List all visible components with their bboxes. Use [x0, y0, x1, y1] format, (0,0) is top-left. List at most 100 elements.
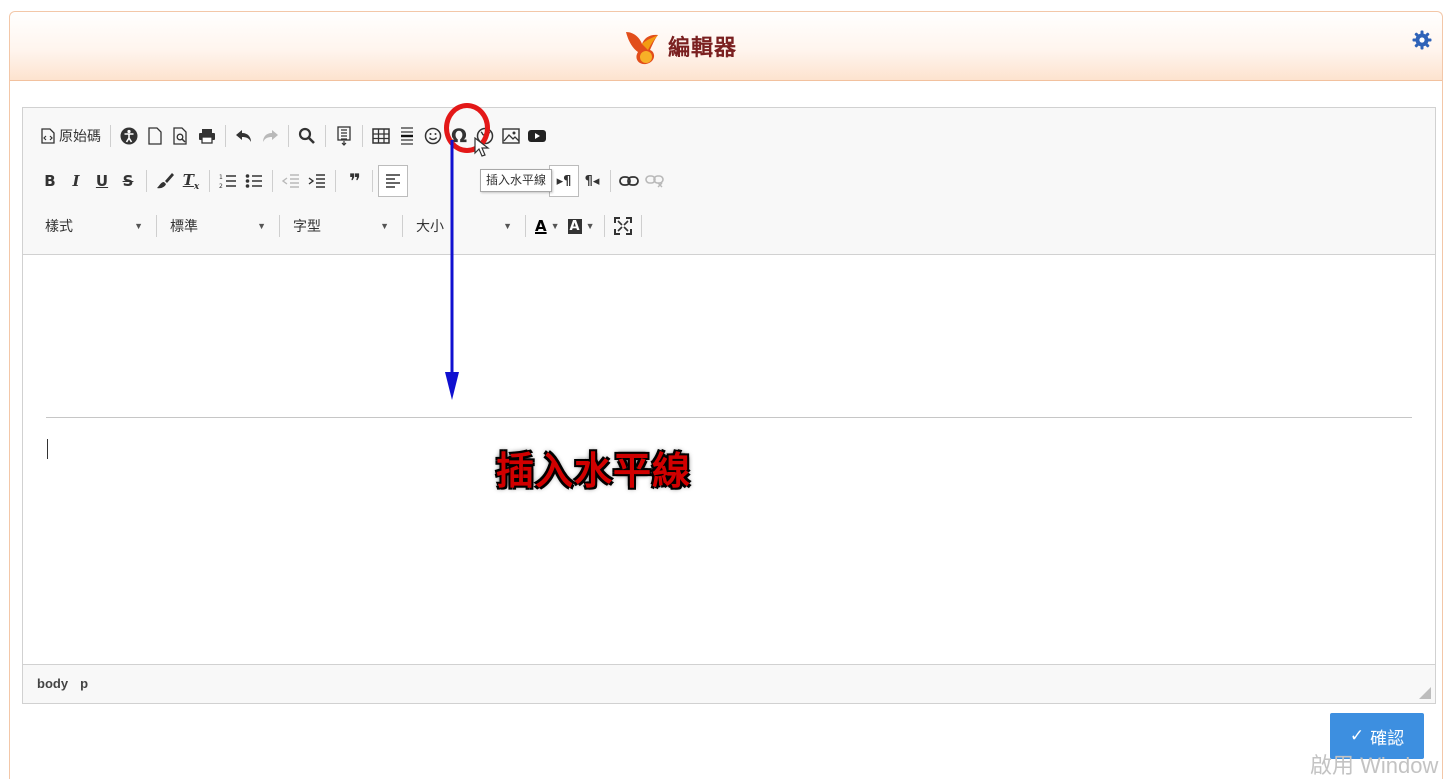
youtube-button[interactable]: [524, 123, 550, 149]
horizontal-rule-button[interactable]: [394, 123, 420, 149]
numbered-list-button[interactable]: 12: [215, 168, 241, 194]
image-button[interactable]: [498, 123, 524, 149]
font-dropdown-label: 字型: [293, 218, 321, 234]
blockquote-button[interactable]: ❞: [341, 168, 367, 194]
italic-icon: I: [72, 172, 80, 190]
preview-icon: [173, 127, 187, 145]
dialog-header: 編輯器: [10, 12, 1442, 81]
toolbar-separator: [610, 170, 611, 192]
page-break-button[interactable]: [331, 123, 357, 149]
text-direction-ltr-button[interactable]: ▸¶: [549, 165, 579, 197]
svg-text:2: 2: [219, 183, 223, 189]
styles-dropdown[interactable]: 樣式 ▼: [37, 213, 151, 239]
bold-button[interactable]: B: [37, 168, 63, 194]
align-left-button[interactable]: [378, 165, 408, 197]
path-item-body[interactable]: body: [37, 676, 68, 691]
bulleted-list-button[interactable]: [241, 168, 267, 194]
table-button[interactable]: [368, 123, 394, 149]
outdent-button[interactable]: [278, 168, 304, 194]
toolbar-separator: [225, 125, 226, 147]
font-dropdown[interactable]: 字型 ▼: [285, 213, 397, 239]
toolbar-separator: [272, 170, 273, 192]
rich-text-editor: 原始碼 Ω B I U S Tx 1 2 ❞ ▸¶ ¶◂ 樣式 ▼ 標準 ▼ 字…: [22, 107, 1436, 704]
chevron-down-icon: ▼: [380, 221, 389, 231]
numbered-list-icon: 12: [219, 174, 236, 189]
redo-icon: [263, 130, 278, 142]
toolbar-separator: [402, 215, 403, 237]
inserted-horizontal-rule: [46, 417, 1412, 418]
toolbar-separator: [603, 215, 605, 237]
editor-statusbar: body p: [23, 664, 1435, 703]
maximize-icon: [613, 217, 632, 235]
toolbar-row-3: 樣式 ▼ 標準 ▼ 字型 ▼ 大小 ▼ A ▼ A ▼: [37, 211, 647, 241]
page-break-icon: [337, 126, 351, 146]
chevron-down-icon: ▼: [257, 221, 266, 231]
svg-text:1: 1: [219, 174, 223, 181]
smiley-icon: [424, 127, 442, 145]
italic-button[interactable]: I: [63, 168, 89, 194]
image-icon: [502, 128, 520, 144]
toolbar-separator: [640, 215, 642, 237]
unlink-button[interactable]: [642, 168, 668, 194]
format-dropdown-label: 標準: [170, 218, 198, 234]
redo-button[interactable]: [257, 123, 283, 149]
undo-button[interactable]: [231, 123, 257, 149]
toolbar-separator: [288, 125, 289, 147]
styles-dropdown-label: 樣式: [45, 218, 73, 234]
youtube-icon: [528, 130, 546, 142]
toolbar-row-2: B I U S Tx 12 ❞ ▸¶ ¶◂: [37, 165, 668, 197]
rtl-icon: ¶◂: [584, 173, 600, 189]
chevron-down-icon: ▼: [503, 221, 512, 231]
toolbar-separator: [525, 215, 526, 237]
source-button-label: 原始碼: [59, 128, 101, 144]
resize-handle[interactable]: [1419, 687, 1431, 699]
link-icon: [619, 176, 639, 186]
element-path: body p: [37, 676, 88, 691]
copy-format-button[interactable]: [152, 168, 178, 194]
table-icon: [372, 128, 390, 144]
preview-button[interactable]: [168, 123, 194, 149]
find-button[interactable]: [294, 123, 320, 149]
underline-button[interactable]: U: [89, 168, 115, 194]
source-button[interactable]: 原始碼: [37, 123, 105, 149]
remove-format-button[interactable]: Tx: [178, 168, 204, 194]
dialog-title: 編輯器: [668, 36, 738, 61]
undo-icon: [236, 130, 251, 142]
strikethrough-button[interactable]: S: [115, 168, 141, 194]
toolbar-separator: [110, 125, 111, 147]
new-page-button[interactable]: [142, 123, 168, 149]
horizontal-rule-tooltip: 插入水平線: [480, 169, 553, 192]
text-direction-rtl-button[interactable]: ¶◂: [579, 168, 605, 194]
clear-format-icon: Tx: [182, 170, 200, 192]
chevron-down-icon: ▼: [550, 221, 560, 231]
indent-button[interactable]: [304, 168, 330, 194]
toolbar-separator: [325, 125, 326, 147]
print-button[interactable]: [194, 123, 220, 149]
editor-dialog: 編輯器 原始碼 Ω B I U S Tx 1 2 ❞ ▸¶ ¶◂ 樣式 ▼ 標準…: [9, 11, 1443, 779]
strikethrough-icon: S: [122, 172, 134, 190]
blank-page-icon: [148, 127, 162, 145]
font-size-dropdown-label: 大小: [416, 218, 444, 234]
editor-content-area[interactable]: [23, 255, 1435, 664]
accessibility-button[interactable]: [116, 123, 142, 149]
link-button[interactable]: [616, 168, 642, 194]
path-item-p[interactable]: p: [80, 676, 88, 691]
bold-icon: B: [44, 172, 56, 190]
maximize-button[interactable]: [610, 213, 636, 239]
ltr-icon: ▸¶: [556, 173, 572, 189]
background-color-button[interactable]: A ▼: [564, 213, 599, 239]
gear-icon[interactable]: [1412, 30, 1432, 50]
chevron-down-icon: ▼: [585, 221, 595, 231]
outdent-icon: [282, 174, 299, 188]
unlink-icon: [645, 175, 664, 188]
printer-icon: [199, 129, 215, 144]
accessibility-icon: [120, 127, 138, 145]
toolbar-separator: [156, 215, 157, 237]
format-dropdown[interactable]: 標準 ▼: [162, 213, 274, 239]
text-color-button[interactable]: A ▼: [531, 213, 564, 239]
font-size-dropdown[interactable]: 大小 ▼: [408, 213, 520, 239]
indent-icon: [308, 174, 325, 188]
activation-watermark: 啟用 Window: [1310, 753, 1439, 778]
underline-icon: U: [95, 172, 109, 190]
confirm-button-label: 確認: [1370, 728, 1405, 749]
